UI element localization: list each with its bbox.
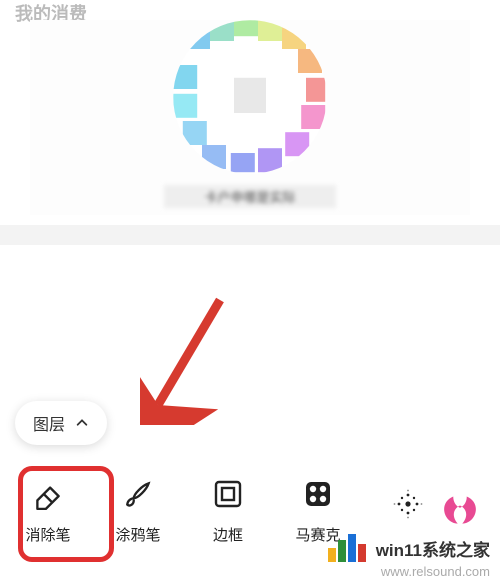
arrow-annotation [140, 295, 230, 425]
watermark-logo-icon [328, 534, 370, 562]
tool-blur[interactable] [378, 486, 438, 534]
mosaic-preview-circle [170, 17, 330, 177]
watermark-title: win11系统之家 [376, 536, 490, 561]
tool-scribble[interactable]: 涂鸦笔 [108, 476, 168, 545]
image-preview: 卡户申哪是实际 [30, 20, 470, 215]
mosaic-icon [300, 476, 336, 512]
chevron-up-icon [75, 416, 89, 430]
header: 我的消费 [0, 0, 500, 10]
canvas-area[interactable]: 图层 [0, 245, 500, 445]
tool-eraser[interactable]: 消除笔 [18, 476, 78, 545]
tool-label: 涂鸦笔 [115, 524, 160, 545]
frame-icon [210, 476, 246, 512]
tool-label: 边框 [213, 524, 243, 545]
tool-frame[interactable]: 边框 [198, 476, 258, 545]
watermark-url: www.relsound.com [328, 564, 490, 579]
preview-caption: 卡户申哪是实际 [164, 185, 335, 208]
watermark: win11系统之家 www.relsound.com [328, 534, 490, 579]
partial-next-tool-icon[interactable] [442, 492, 478, 528]
layer-label: 图层 [33, 411, 65, 435]
tool-label: 消除笔 [25, 524, 70, 545]
blur-dots-icon [390, 486, 426, 522]
eraser-icon [30, 476, 66, 512]
divider [0, 225, 500, 245]
brush-icon [120, 476, 156, 512]
layer-button[interactable]: 图层 [15, 401, 107, 445]
